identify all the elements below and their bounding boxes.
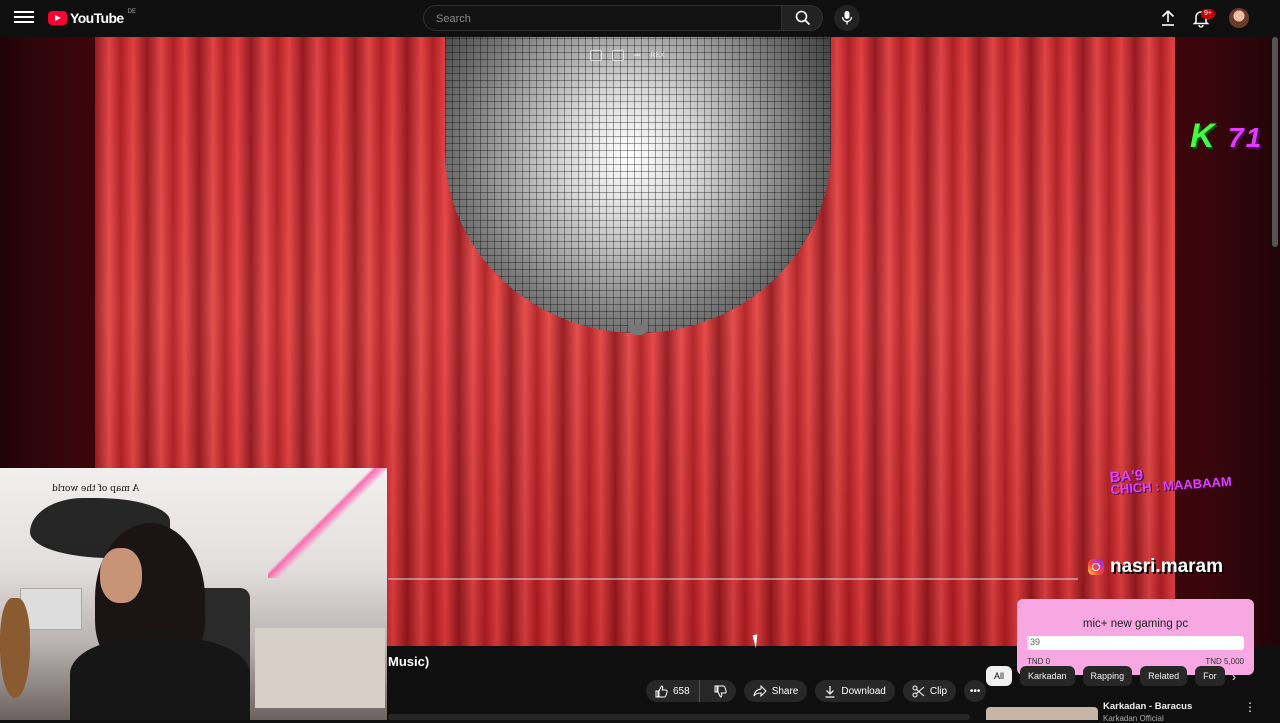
goal-title: mic+ new gaming pc	[1082, 618, 1189, 630]
top-bar: YouTube DE 9+	[0, 0, 1280, 37]
recommendation-chips: All Karkadan Rapping Related For	[986, 666, 1225, 686]
streamer-body	[70, 638, 250, 720]
more-horizontal-icon: •••	[969, 685, 981, 697]
thumbs-up-icon	[655, 684, 668, 697]
theater-icon[interactable]	[612, 50, 624, 61]
menu-icon[interactable]	[14, 8, 34, 28]
search-button[interactable]	[781, 5, 823, 31]
logo-region: DE	[127, 9, 136, 15]
search-box	[423, 5, 781, 32]
download-label: Download	[841, 685, 886, 697]
streamer-face	[100, 548, 142, 603]
video-actions: 658 Share Download Clip •••	[646, 680, 987, 702]
like-button[interactable]: 658	[646, 680, 700, 702]
miniplayer-icon[interactable]	[590, 50, 602, 61]
goal-progress-fill	[1027, 636, 1029, 650]
overlay-k: K	[1190, 117, 1217, 155]
chip-related[interactable]: Related	[1140, 666, 1188, 686]
download-icon	[825, 685, 835, 698]
page-scrollbar[interactable]	[1272, 37, 1278, 247]
clip-label: Clip	[929, 685, 948, 697]
share-button[interactable]: Share	[743, 680, 808, 702]
webcam-overlay: A map of the world	[0, 468, 387, 720]
recommendation-thumbnail[interactable]	[986, 707, 1098, 720]
upload-icon	[1161, 10, 1175, 26]
instagram-overlay: nasri.maram	[1088, 556, 1223, 578]
chip-karkadan[interactable]: Karkadan	[1020, 666, 1075, 686]
led-strip	[268, 468, 387, 578]
dislike-button[interactable]	[705, 680, 736, 702]
chip-rapping[interactable]: Rapping	[1082, 666, 1133, 686]
channel-overlay-logo: K 71	[1190, 117, 1263, 156]
search-icon	[795, 10, 811, 26]
more-vertical-icon[interactable]: ⋮	[1244, 700, 1256, 714]
thumbs-down-icon	[714, 685, 727, 698]
overlay-number: 71	[1228, 122, 1264, 153]
notification-badge: 9+	[1201, 9, 1215, 19]
download-button[interactable]: Download	[815, 680, 895, 702]
share-icon	[753, 685, 767, 697]
guitar	[0, 598, 30, 698]
like-count: 658	[673, 685, 690, 697]
recommendation-title[interactable]: Karkadan - Baracus	[1103, 701, 1192, 712]
description-box-edge	[388, 714, 970, 720]
scissors-icon	[912, 685, 925, 697]
search-input[interactable]	[434, 6, 768, 32]
avatar[interactable]	[1229, 8, 1249, 28]
chip-for-you[interactable]: For	[1195, 666, 1225, 686]
bed	[255, 628, 385, 708]
upload-button[interactable]	[1158, 8, 1178, 28]
rex-label: REX	[650, 52, 665, 59]
clip-button[interactable]: Clip	[902, 680, 957, 702]
logo-text: YouTube	[70, 10, 124, 26]
map-text: A map of the world	[52, 484, 140, 494]
like-dislike-group: 658	[646, 680, 736, 702]
youtube-logo[interactable]: YouTube DE	[48, 9, 136, 26]
recommendation-channel[interactable]: Karkadan Official	[1103, 714, 1164, 723]
youtube-play-icon	[48, 11, 67, 25]
goal-min-label: TND 0	[1027, 657, 1051, 666]
video-title: Music)	[388, 654, 430, 669]
instagram-handle: nasri.maram	[1110, 556, 1224, 577]
overlay-divider-line	[388, 578, 1078, 580]
goal-max-label: TND 5,000	[1205, 657, 1244, 666]
share-label: Share	[771, 685, 799, 697]
voice-search-button[interactable]	[834, 5, 860, 31]
chip-all[interactable]: All	[986, 666, 1013, 686]
instagram-icon	[1088, 559, 1104, 575]
goal-current-value: 39	[1030, 637, 1041, 647]
goal-progress-bar: 39	[1027, 636, 1244, 650]
skip-icon[interactable]: ⏭	[634, 52, 640, 60]
microphone-icon	[841, 11, 853, 25]
chevron-right-icon[interactable]: ›	[1232, 670, 1236, 684]
more-actions-button[interactable]: •••	[964, 680, 987, 702]
donation-goal-widget: mic+ new gaming pc 39 TND 0 TND 5,000	[1017, 599, 1254, 675]
player-mini-controls: ⏭ REX	[590, 50, 665, 61]
